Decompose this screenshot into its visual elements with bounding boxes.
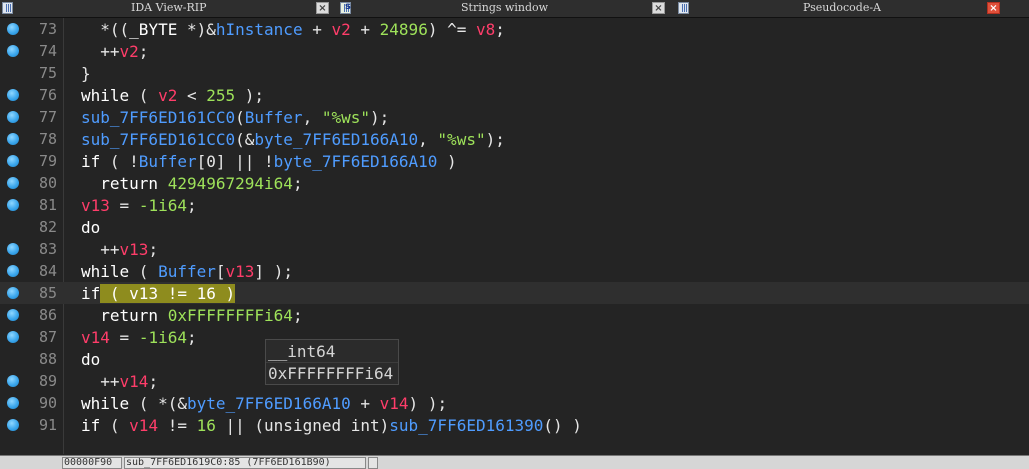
close-icon[interactable]: ×	[987, 2, 1000, 14]
line-number: 84	[38, 262, 57, 280]
tab-label: IDA View-RIP	[131, 1, 207, 14]
line-number: 85	[38, 284, 57, 302]
code-text: while ( v2 < 255 );	[81, 86, 265, 105]
code-line-84[interactable]: 84 while ( Buffer[v13] );	[0, 260, 1029, 282]
code-line-86[interactable]: 86 return 0xFFFFFFFFi64;	[0, 304, 1029, 326]
code-line-77[interactable]: 77 sub_7FF6ED161CC0(Buffer, "%ws");	[0, 106, 1029, 128]
line-number: 77	[38, 108, 57, 126]
hint-tooltip: __int64 0xFFFFFFFFi64	[265, 339, 399, 385]
tab-label: Pseudocode-A	[803, 1, 882, 14]
code-line-73[interactable]: 73 *((_BYTE *)&hInstance + v2 + 24896) ^…	[0, 18, 1029, 40]
breakpoint-dot-icon[interactable]	[7, 89, 19, 101]
breakpoint-dot-icon[interactable]	[7, 23, 19, 35]
code-text: return 0xFFFFFFFFi64;	[81, 306, 303, 325]
code-text: sub_7FF6ED161CC0(&byte_7FF6ED166A10, "%w…	[81, 130, 505, 149]
code-line-76[interactable]: 76 while ( v2 < 255 );	[0, 84, 1029, 106]
breakpoint-dot-icon[interactable]	[7, 331, 19, 343]
breakpoint-dot-icon[interactable]	[7, 287, 19, 299]
breakpoint-dot-icon[interactable]	[7, 177, 19, 189]
code-text: }	[81, 64, 91, 83]
breakpoint-dot-icon[interactable]	[7, 45, 19, 57]
code-line-90[interactable]: 90 while ( *(&byte_7FF6ED166A10 + v14) )…	[0, 392, 1029, 414]
code-text: ++v14;	[81, 372, 159, 391]
code-text: v14 = -1i64;	[81, 328, 197, 347]
code-text: do	[81, 218, 101, 237]
line-number: 80	[38, 174, 57, 192]
pseudocode-editor[interactable]: 73 *((_BYTE *)&hInstance + v2 + 24896) ^…	[0, 18, 1029, 454]
code-line-91[interactable]: 91 if ( v14 != 16 || (unsigned int)sub_7…	[0, 414, 1029, 436]
status-location: sub_7FF6ED1619C0:85 (7FF6ED161B90)	[124, 457, 366, 469]
close-icon[interactable]: ×	[316, 2, 329, 14]
pseudocode-view-icon	[678, 2, 689, 14]
code-line-87[interactable]: 87 v14 = -1i64;	[0, 326, 1029, 348]
status-extra	[368, 457, 378, 469]
line-number: 79	[38, 152, 57, 170]
line-number: 86	[38, 306, 57, 324]
code-text: while ( *(&byte_7FF6ED166A10 + v14) );	[81, 394, 448, 413]
code-line-74[interactable]: 74 ++v2;	[0, 40, 1029, 62]
line-number: 87	[38, 328, 57, 346]
breakpoint-dot-icon[interactable]	[7, 265, 19, 277]
breakpoint-dot-icon[interactable]	[7, 111, 19, 123]
line-number: 89	[38, 372, 57, 390]
tab-ida-view-rip[interactable]: IDA View-RIP ×	[0, 0, 334, 17]
disassembly-view-icon	[2, 2, 13, 14]
code-text: ++v2;	[81, 42, 149, 61]
line-number: 73	[38, 20, 57, 38]
breakpoint-dot-icon[interactable]	[7, 419, 19, 431]
breakpoint-dot-icon[interactable]	[7, 309, 19, 321]
line-number: 90	[38, 394, 57, 412]
code-line-89[interactable]: 89 ++v14;	[0, 370, 1029, 392]
line-number: 74	[38, 42, 57, 60]
selection-highlight: ( v13 != 16 )	[100, 284, 236, 303]
code-text: if ( !Buffer[0] || !byte_7FF6ED166A10 )	[81, 152, 457, 171]
status-bar: 00000F90 sub_7FF6ED1619C0:85 (7FF6ED161B…	[0, 455, 1029, 469]
line-number: 75	[38, 64, 57, 82]
breakpoint-dot-icon[interactable]	[7, 243, 19, 255]
line-number: 81	[38, 196, 57, 214]
code-text: *((_BYTE *)&hInstance + v2 + 24896) ^= v…	[81, 20, 505, 39]
hint-divider	[266, 362, 398, 363]
hint-value: 0xFFFFFFFFi64	[268, 364, 394, 383]
breakpoint-dot-icon[interactable]	[7, 133, 19, 145]
line-number: 76	[38, 86, 57, 104]
code-line-81[interactable]: 81 v13 = -1i64;	[0, 194, 1029, 216]
breakpoint-dot-icon[interactable]	[7, 397, 19, 409]
code-text: return 4294967294i64;	[81, 174, 303, 193]
tab-label: Strings window	[461, 1, 549, 14]
tab-pseudocode-a[interactable]: Pseudocode-A ×	[676, 0, 1029, 17]
code-line-79[interactable]: 79 if ( !Buffer[0] || !byte_7FF6ED166A10…	[0, 150, 1029, 172]
line-number: 82	[38, 218, 57, 236]
code-line-82[interactable]: 82 do	[0, 216, 1029, 238]
line-number: 88	[38, 350, 57, 368]
tab-bar: IDA View-RIP × Strings window × Pseudoco…	[0, 0, 1029, 18]
status-offset: 00000F90	[62, 457, 122, 469]
line-number: 78	[38, 130, 57, 148]
tab-strings-window[interactable]: Strings window ×	[338, 0, 672, 17]
code-line-75[interactable]: 75 }	[0, 62, 1029, 84]
strings-window-icon	[340, 1, 351, 14]
code-text: ++v13;	[81, 240, 159, 259]
code-line-83[interactable]: 83 ++v13;	[0, 238, 1029, 260]
code-line-80[interactable]: 80 return 4294967294i64;	[0, 172, 1029, 194]
breakpoint-dot-icon[interactable]	[7, 199, 19, 211]
close-icon[interactable]: ×	[652, 2, 665, 14]
code-line-88[interactable]: 88 do	[0, 348, 1029, 370]
code-line-85-current[interactable]: 85 if ( v13 != 16 )	[0, 282, 1029, 304]
line-number: 91	[38, 416, 57, 434]
code-text: if ( v14 != 16 || (unsigned int)sub_7FF6…	[81, 416, 582, 435]
line-number: 83	[38, 240, 57, 258]
code-text: if ( v13 != 16 )	[81, 284, 236, 303]
code-text: sub_7FF6ED161CC0(Buffer, "%ws");	[81, 108, 390, 127]
code-line-78[interactable]: 78 sub_7FF6ED161CC0(&byte_7FF6ED166A10, …	[0, 128, 1029, 150]
breakpoint-dot-icon[interactable]	[7, 375, 19, 387]
code-text: while ( Buffer[v13] );	[81, 262, 293, 281]
breakpoint-dot-icon[interactable]	[7, 155, 19, 167]
code-text: do	[81, 350, 101, 369]
hint-type: __int64	[268, 342, 336, 361]
code-text: v13 = -1i64;	[81, 196, 197, 215]
